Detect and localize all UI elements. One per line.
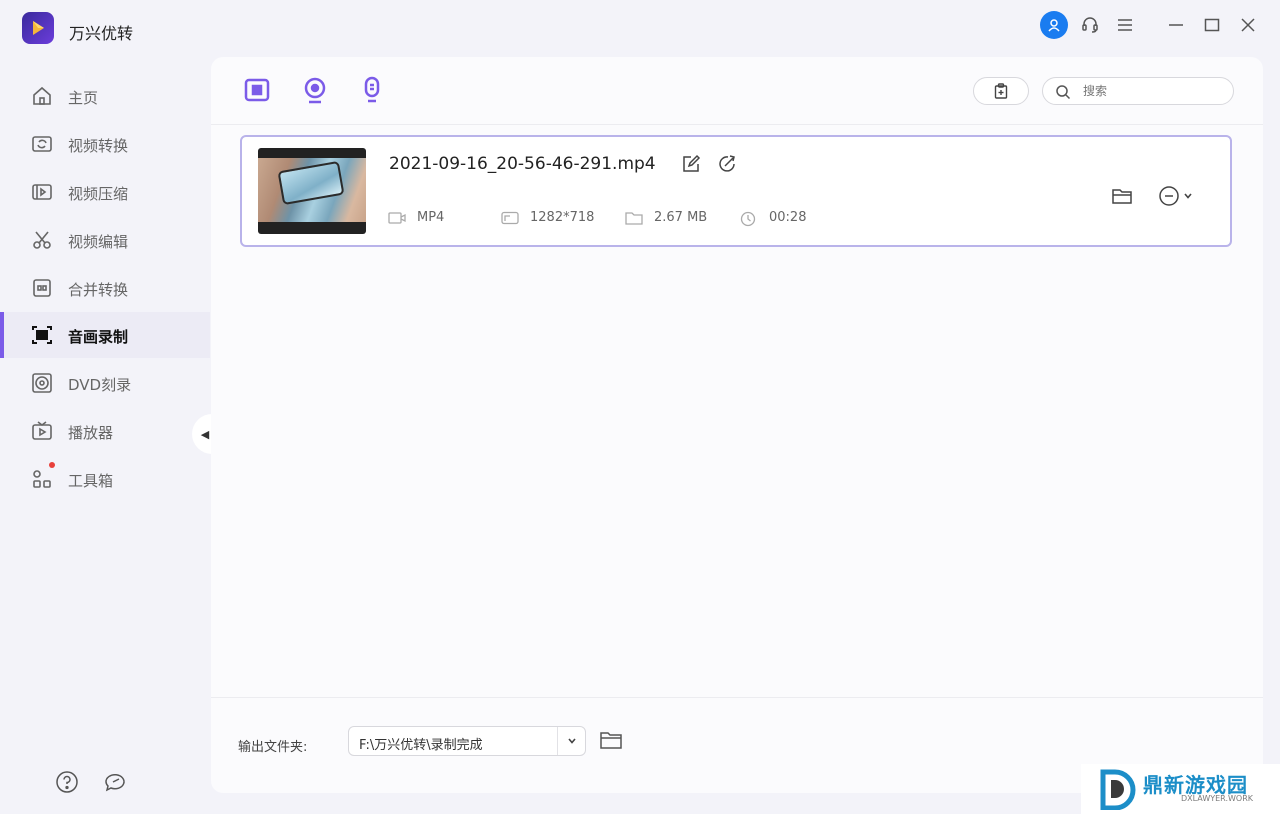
sidebar-item-merge[interactable]: 合并转换 (0, 265, 210, 311)
sidebar-item-player[interactable]: 播放器 (0, 408, 210, 454)
sidebar-item-video-edit[interactable]: 视频编辑 (0, 217, 210, 263)
open-folder-button[interactable] (1112, 185, 1132, 207)
sidebar-item-label: 播放器 (68, 424, 114, 442)
maximize-button[interactable] (1198, 11, 1226, 39)
file-size-text: 2.67 MB (654, 210, 708, 225)
audio-recorder-button[interactable] (357, 75, 387, 105)
help-icon[interactable] (55, 770, 79, 794)
resolution-icon (501, 211, 519, 229)
video-camera-icon (388, 211, 406, 229)
file-resolution: 1282*718 (501, 210, 611, 228)
user-avatar[interactable] (1040, 11, 1068, 39)
video-compress-icon (31, 181, 53, 203)
screen-recorder-button[interactable] (242, 75, 272, 105)
browse-folder-icon[interactable] (600, 730, 622, 754)
sidebar-item-label: DVD刻录 (68, 376, 132, 394)
folder-icon (625, 211, 643, 229)
title-bar: 万兴优转 (0, 0, 1280, 50)
watermark: 鼎新游戏园 DXLAWYER.WORK (1081, 764, 1280, 814)
search-input[interactable] (1083, 82, 1223, 100)
file-duration-text: 00:28 (769, 210, 807, 225)
main-panel: 2021-09-16_20-56-46-291.mp4 MP4 1282*718… (211, 57, 1263, 793)
share-icon[interactable] (716, 153, 738, 175)
clock-icon (740, 211, 756, 231)
file-name: 2021-09-16_20-56-46-291.mp4 (389, 154, 656, 174)
dvd-icon (31, 372, 53, 394)
feedback-icon[interactable] (103, 770, 127, 794)
rename-edit-icon[interactable] (680, 153, 702, 175)
merge-icon (31, 277, 53, 299)
file-duration: 00:28 (740, 210, 830, 228)
sidebar-item-toolbox[interactable]: 工具箱 (0, 456, 210, 502)
video-thumbnail[interactable] (258, 148, 366, 234)
video-convert-icon (31, 133, 53, 155)
notification-dot (49, 462, 55, 468)
sidebar-item-label: 工具箱 (68, 472, 114, 490)
sidebar: 主页 视频转换 视频压缩 视频编辑 合并转换 音画录制 DVD刻录 播放器 工具… (0, 58, 210, 814)
search-icon (1055, 84, 1071, 104)
screen-record-icon (31, 324, 53, 346)
chevron-down-icon[interactable] (557, 727, 585, 755)
scissors-icon (31, 229, 53, 251)
sidebar-item-label: 视频压缩 (68, 185, 129, 203)
watermark-subtitle: DXLAWYER.WORK (1181, 794, 1253, 803)
player-icon (31, 420, 53, 442)
sidebar-item-dvd[interactable]: DVD刻录 (0, 360, 210, 406)
file-format: MP4 (388, 210, 478, 228)
more-options-button[interactable] (1158, 185, 1193, 207)
app-logo (22, 12, 54, 44)
output-folder-label: 输出文件夹: (238, 740, 308, 755)
clipboard-button[interactable] (973, 77, 1029, 105)
toolbar (211, 57, 1263, 125)
sidebar-item-home[interactable]: 主页 (0, 73, 210, 119)
menu-icon[interactable] (1111, 11, 1139, 39)
file-format-text: MP4 (417, 210, 445, 225)
webcam-recorder-button[interactable] (300, 75, 330, 105)
output-folder-path: F:\万兴优转\录制完成 (359, 738, 483, 753)
sidebar-item-label: 合并转换 (68, 281, 129, 299)
search-box[interactable] (1042, 77, 1234, 105)
chevron-down-icon (1184, 193, 1192, 199)
sidebar-item-video-convert[interactable]: 视频转换 (0, 121, 210, 167)
toolbox-icon (31, 468, 53, 490)
sidebar-item-label: 视频编辑 (68, 233, 129, 251)
sidebar-item-label: 主页 (68, 89, 99, 107)
watermark-logo-icon (1099, 768, 1139, 814)
sidebar-item-video-compress[interactable]: 视频压缩 (0, 169, 210, 215)
app-title: 万兴优转 (69, 24, 134, 43)
file-resolution-text: 1282*718 (530, 210, 595, 225)
output-folder-select[interactable]: F:\万兴优转\录制完成 (348, 726, 586, 756)
sidebar-item-label: 音画录制 (68, 328, 129, 346)
home-icon (31, 85, 53, 107)
file-size: 2.67 MB (625, 210, 735, 228)
recorded-file-card[interactable]: 2021-09-16_20-56-46-291.mp4 MP4 1282*718… (240, 135, 1232, 247)
sidebar-item-label: 视频转换 (68, 137, 129, 155)
close-button[interactable] (1234, 11, 1262, 39)
headset-support-icon[interactable] (1076, 11, 1104, 39)
sidebar-item-screen-record[interactable]: 音画录制 (0, 312, 210, 358)
minimize-button[interactable] (1162, 11, 1190, 39)
